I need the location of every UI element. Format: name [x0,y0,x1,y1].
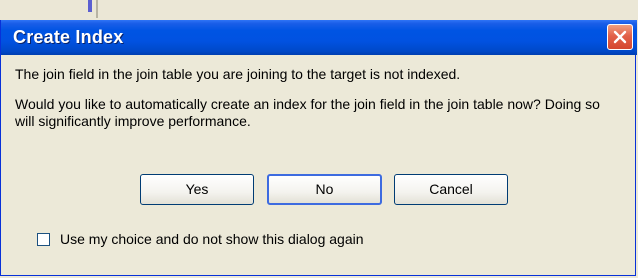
background-divider [96,0,98,18]
dialog-titlebar[interactable]: Create Index [1,20,637,55]
yes-button[interactable]: Yes [140,174,254,205]
message-secondary: Would you like to automatically create a… [15,96,600,129]
close-button[interactable] [607,24,633,50]
remember-choice-label[interactable]: Use my choice and do not show this dialo… [60,231,364,247]
create-index-dialog: Create Index The join field in the join … [0,20,637,276]
cancel-button[interactable]: Cancel [394,174,508,205]
message-primary: The join field in the join table you are… [15,66,461,82]
no-button[interactable]: No [267,174,382,205]
remember-choice-checkbox[interactable] [37,233,50,246]
dialog-title: Create Index [13,27,124,47]
close-icon [613,30,627,44]
background-scrollbar-edge [88,0,92,12]
dialog-body: The join field in the join table you are… [1,55,635,274]
